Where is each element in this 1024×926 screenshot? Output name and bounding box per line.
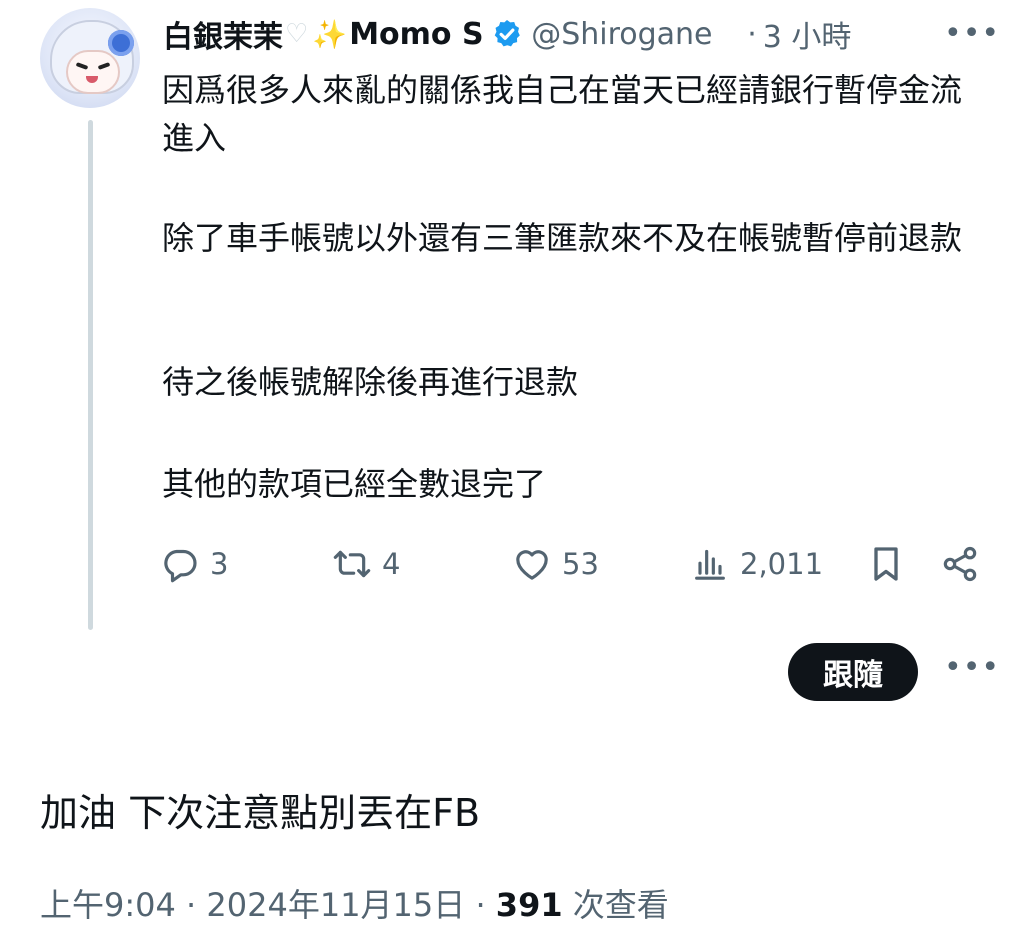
retweet-button[interactable]: 4	[332, 538, 400, 590]
retweet-icon	[333, 550, 371, 578]
display-name[interactable]: 白銀茉茉	[163, 12, 283, 56]
reply-icon	[164, 549, 197, 583]
reply-count: 3	[210, 547, 229, 581]
like-button[interactable]: 53	[512, 538, 599, 590]
like-count: 53	[562, 547, 599, 581]
more-icon[interactable]: •••	[944, 16, 1000, 51]
reply-time[interactable]: 上午9:04	[40, 886, 176, 924]
tweet-time[interactable]: 3 小時	[763, 12, 852, 56]
reply-view-count: 391	[495, 886, 563, 924]
views-button[interactable]: 2,011	[690, 538, 823, 590]
sparkles-icon: ✨	[312, 17, 348, 51]
verified-badge-icon	[494, 20, 520, 47]
user-handle[interactable]: @Shirogane	[531, 17, 741, 52]
tweet-actions: 3 4 53 2,011	[160, 538, 990, 590]
follow-button[interactable]: 跟隨	[788, 643, 918, 701]
separator-dot: ·	[186, 886, 197, 924]
tweet-paragraph-3: 待之後帳號解除後再進行退款	[162, 363, 579, 401]
tweet-paragraph-1: 因爲很多人來亂的關係我自己在當天已經請銀行暫停金流進入	[162, 71, 963, 157]
share-icon	[943, 546, 977, 582]
reply-text: 加油 下次注意點別丟在FB	[40, 791, 481, 835]
share-button[interactable]	[940, 538, 990, 590]
reply-meta: 上午9:04 · 2024年11月15日 · 391 次查看	[40, 880, 669, 926]
avatar[interactable]	[40, 8, 140, 108]
tweet-paragraph-2: 除了車手帳號以外還有三筆匯款來不及在帳號暫停前退款	[162, 219, 963, 257]
bookmark-icon	[874, 547, 898, 581]
separator-dot: ·	[747, 16, 757, 52]
avatar-face	[66, 50, 120, 94]
views-icon	[695, 549, 725, 580]
retweet-count: 4	[382, 547, 401, 581]
reply-view-label: 次查看	[572, 886, 669, 924]
avatar-flower	[108, 30, 134, 56]
separator-dot: ·	[475, 886, 486, 924]
tweet-paragraph-4: 其他的款項已經全數退完了	[162, 465, 547, 503]
thread-line	[88, 120, 93, 630]
reply-date[interactable]: 2024年11月15日	[206, 886, 465, 924]
tweet-header: 白銀茉茉 ♡ ✨ Momo S @Shirogane · 3 小時	[163, 12, 993, 56]
like-icon	[516, 550, 548, 580]
reply-button[interactable]: 3	[160, 538, 228, 590]
display-name-tail[interactable]: Momo S	[349, 17, 489, 52]
bookmark-button[interactable]	[866, 538, 916, 590]
more-icon[interactable]: •••	[944, 650, 1000, 685]
views-count: 2,011	[740, 547, 824, 581]
white-heart-icon: ♡	[285, 19, 309, 49]
